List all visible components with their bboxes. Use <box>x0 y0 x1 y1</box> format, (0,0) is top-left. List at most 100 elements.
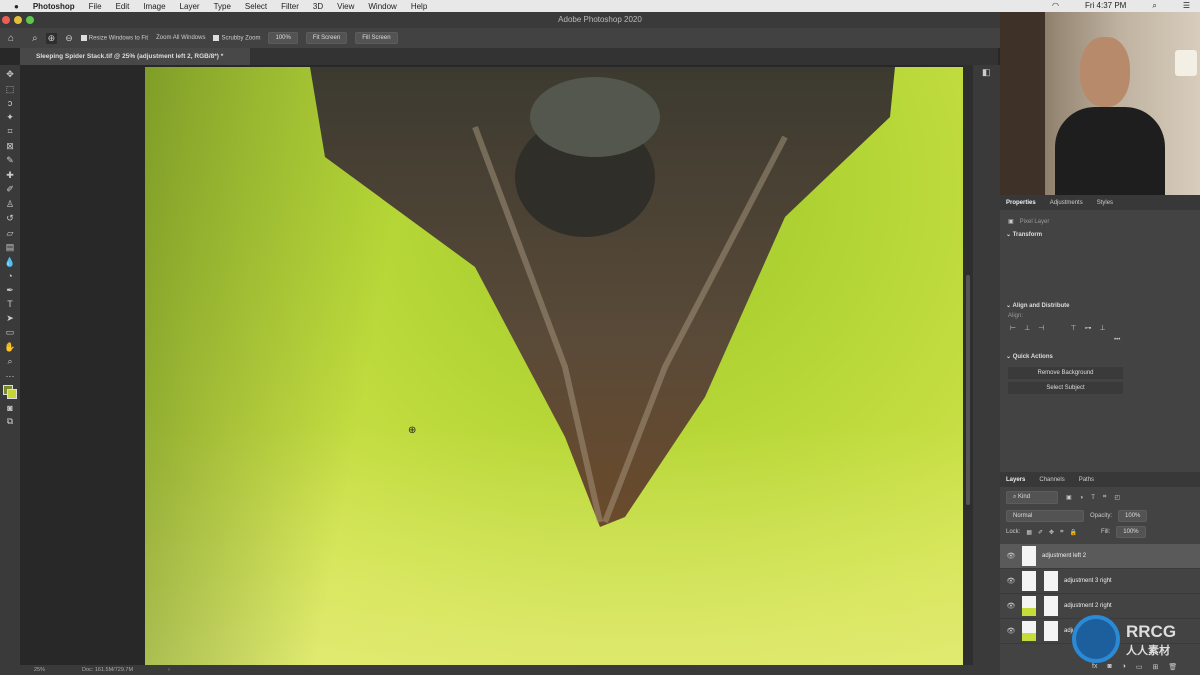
lock-position-icon[interactable]: ✥ <box>1049 529 1054 536</box>
layer-filter-select[interactable]: ⌕ Kind <box>1006 491 1058 504</box>
blur-tool-icon[interactable]: 💧 <box>4 257 15 268</box>
search-icon[interactable]: ⌕ <box>1152 1 1156 11</box>
visibility-eye-icon[interactable]: 👁 <box>1004 627 1018 635</box>
marquee-tool-icon[interactable]: ⬚ <box>6 84 15 95</box>
tab-styles[interactable]: Styles <box>1097 200 1113 206</box>
menu-view[interactable]: View <box>337 2 354 11</box>
scrubby-zoom-checkbox[interactable]: Scrubby Zoom <box>213 34 260 41</box>
menu-file[interactable]: File <box>89 2 102 11</box>
gradient-tool-icon[interactable]: ▤ <box>6 242 15 253</box>
zoom-tool-icon[interactable]: ⌕ <box>7 356 12 367</box>
menu-filter[interactable]: Filter <box>281 2 299 11</box>
menu-edit[interactable]: Edit <box>116 2 130 11</box>
lock-paint-icon[interactable]: ✐ <box>1038 529 1043 536</box>
tab-layers[interactable]: Layers <box>1006 477 1025 483</box>
menu-image[interactable]: Image <box>143 2 165 11</box>
path-select-icon[interactable]: ➤ <box>6 313 14 324</box>
crop-tool-icon[interactable]: ⌗ <box>7 126 12 137</box>
apple-icon[interactable]: ● <box>14 2 19 11</box>
lasso-tool-icon[interactable]: ↄ <box>8 98 13 108</box>
more-tools-icon[interactable]: ⋯ <box>6 371 15 382</box>
align-section[interactable]: ⌄ Align and Distribute <box>1000 298 1200 313</box>
zoom-tool-icon[interactable]: ⌕ <box>32 33 38 44</box>
history-brush-icon[interactable]: ↺ <box>6 213 14 224</box>
tab-channels[interactable]: Channels <box>1039 477 1064 483</box>
more-options-icon[interactable]: ••• <box>1000 337 1200 343</box>
lock-pixels-icon[interactable]: ▦ <box>1026 529 1032 536</box>
status-menu-icon[interactable]: › <box>168 665 170 675</box>
eyedropper-icon[interactable]: ✎ <box>6 155 14 166</box>
fill-input[interactable]: 100% <box>1116 526 1146 538</box>
fill-screen-button[interactable]: Fill Screen <box>355 32 398 44</box>
magic-wand-icon[interactable]: ✦ <box>6 112 14 123</box>
healing-brush-icon[interactable]: ✚ <box>6 170 14 181</box>
align-center-icon[interactable]: ⊥ <box>1024 324 1030 332</box>
menu-window[interactable]: Window <box>368 2 396 11</box>
align-bottom-icon[interactable]: ⊥ <box>1099 324 1105 332</box>
fx-icon[interactable]: fx <box>1092 663 1097 671</box>
screen-mode-icon[interactable]: ⧉ <box>7 416 13 427</box>
align-left-icon[interactable]: ⊢ <box>1010 324 1016 332</box>
menu-app[interactable]: Photoshop <box>33 2 75 11</box>
clock[interactable]: Fri 4:37 PM <box>1085 1 1126 11</box>
pen-tool-icon[interactable]: ✒ <box>6 285 14 296</box>
brush-tool-icon[interactable]: ✐ <box>6 184 14 195</box>
home-icon[interactable]: ⌂ <box>8 33 14 44</box>
blend-mode-select[interactable]: Normal <box>1006 510 1084 522</box>
select-subject-button[interactable]: Select Subject <box>1008 382 1123 394</box>
tab-properties[interactable]: Properties <box>1006 200 1036 206</box>
transform-section[interactable]: ⌄ Transform <box>1000 227 1200 242</box>
adjustment-layer-icon[interactable]: ◑ <box>1122 663 1126 671</box>
type-tool-icon[interactable]: T <box>7 299 13 309</box>
group-icon[interactable]: ▭ <box>1136 663 1143 671</box>
menu-type[interactable]: Type <box>214 2 231 11</box>
layer-row[interactable]: 👁 adjustment left 2 <box>1000 544 1200 569</box>
filter-type-icon[interactable]: T <box>1091 495 1095 501</box>
document-canvas[interactable]: ⊕ <box>145 67 963 665</box>
tab-paths[interactable]: Paths <box>1079 477 1094 483</box>
align-right-icon[interactable]: ⊣ <box>1038 324 1044 332</box>
new-layer-icon[interactable]: ⊞ <box>1153 663 1159 671</box>
opacity-input[interactable]: 100% <box>1118 510 1148 522</box>
menu-list-icon[interactable]: ☰ <box>1183 1 1190 11</box>
lock-artboard-icon[interactable]: ⌗ <box>1060 529 1063 536</box>
visibility-eye-icon[interactable]: 👁 <box>1004 577 1018 585</box>
move-tool-icon[interactable]: ✥ <box>6 69 14 80</box>
tab-adjustments[interactable]: Adjustments <box>1050 200 1083 206</box>
filter-pixel-icon[interactable]: ▣ <box>1066 494 1072 501</box>
hand-tool-icon[interactable]: ✋ <box>4 342 15 353</box>
100-percent-button[interactable]: 100% <box>268 32 298 44</box>
remove-background-button[interactable]: Remove Background <box>1008 367 1123 379</box>
filter-adjust-icon[interactable]: ◑ <box>1080 495 1084 501</box>
align-top-icon[interactable]: ⊤ <box>1070 324 1076 332</box>
lock-all-icon[interactable]: 🔒 <box>1069 529 1076 536</box>
fit-screen-button[interactable]: Fit Screen <box>305 32 348 44</box>
color-swatches[interactable] <box>3 385 17 399</box>
close-button[interactable] <box>2 16 10 24</box>
align-middle-icon[interactable]: ⊶ <box>1084 324 1091 332</box>
dodge-tool-icon[interactable]: ◔ <box>7 271 12 281</box>
filter-smart-icon[interactable]: ◰ <box>1114 494 1120 501</box>
add-mask-icon[interactable]: ◙ <box>1107 663 1111 671</box>
frame-tool-icon[interactable]: ⊠ <box>6 141 14 152</box>
minimize-button[interactable] <box>14 16 22 24</box>
zoom-all-checkbox[interactable]: Zoom All Windows <box>156 35 205 41</box>
history-panel-icon[interactable]: ◧ <box>982 67 991 78</box>
filter-shape-icon[interactable]: ⌗ <box>1103 494 1106 501</box>
stamp-tool-icon[interactable]: ♙ <box>6 199 14 210</box>
quick-mask-icon[interactable]: ◙ <box>7 403 12 413</box>
resize-windows-checkbox[interactable]: Resize Windows to Fit <box>80 34 148 41</box>
vertical-scrollbar[interactable] <box>963 65 973 665</box>
document-tab[interactable]: Sleeping Spider Stack.tif @ 25% (adjustm… <box>20 48 250 65</box>
wifi-icon[interactable]: ◠ <box>1052 1 1059 11</box>
shape-tool-icon[interactable]: ▭ <box>6 327 15 338</box>
menu-layer[interactable]: Layer <box>180 2 200 11</box>
maximize-button[interactable] <box>26 16 34 24</box>
eraser-icon[interactable]: ▱ <box>7 228 14 239</box>
visibility-eye-icon[interactable]: 👁 <box>1004 602 1018 610</box>
menu-3d[interactable]: 3D <box>313 2 323 11</box>
layer-row[interactable]: 👁 adjustment 3 right <box>1000 569 1200 594</box>
delete-icon[interactable]: 🗑 <box>1168 663 1177 671</box>
zoom-level[interactable]: 25% <box>34 665 45 675</box>
quick-actions-section[interactable]: ⌄ Quick Actions <box>1000 349 1200 364</box>
